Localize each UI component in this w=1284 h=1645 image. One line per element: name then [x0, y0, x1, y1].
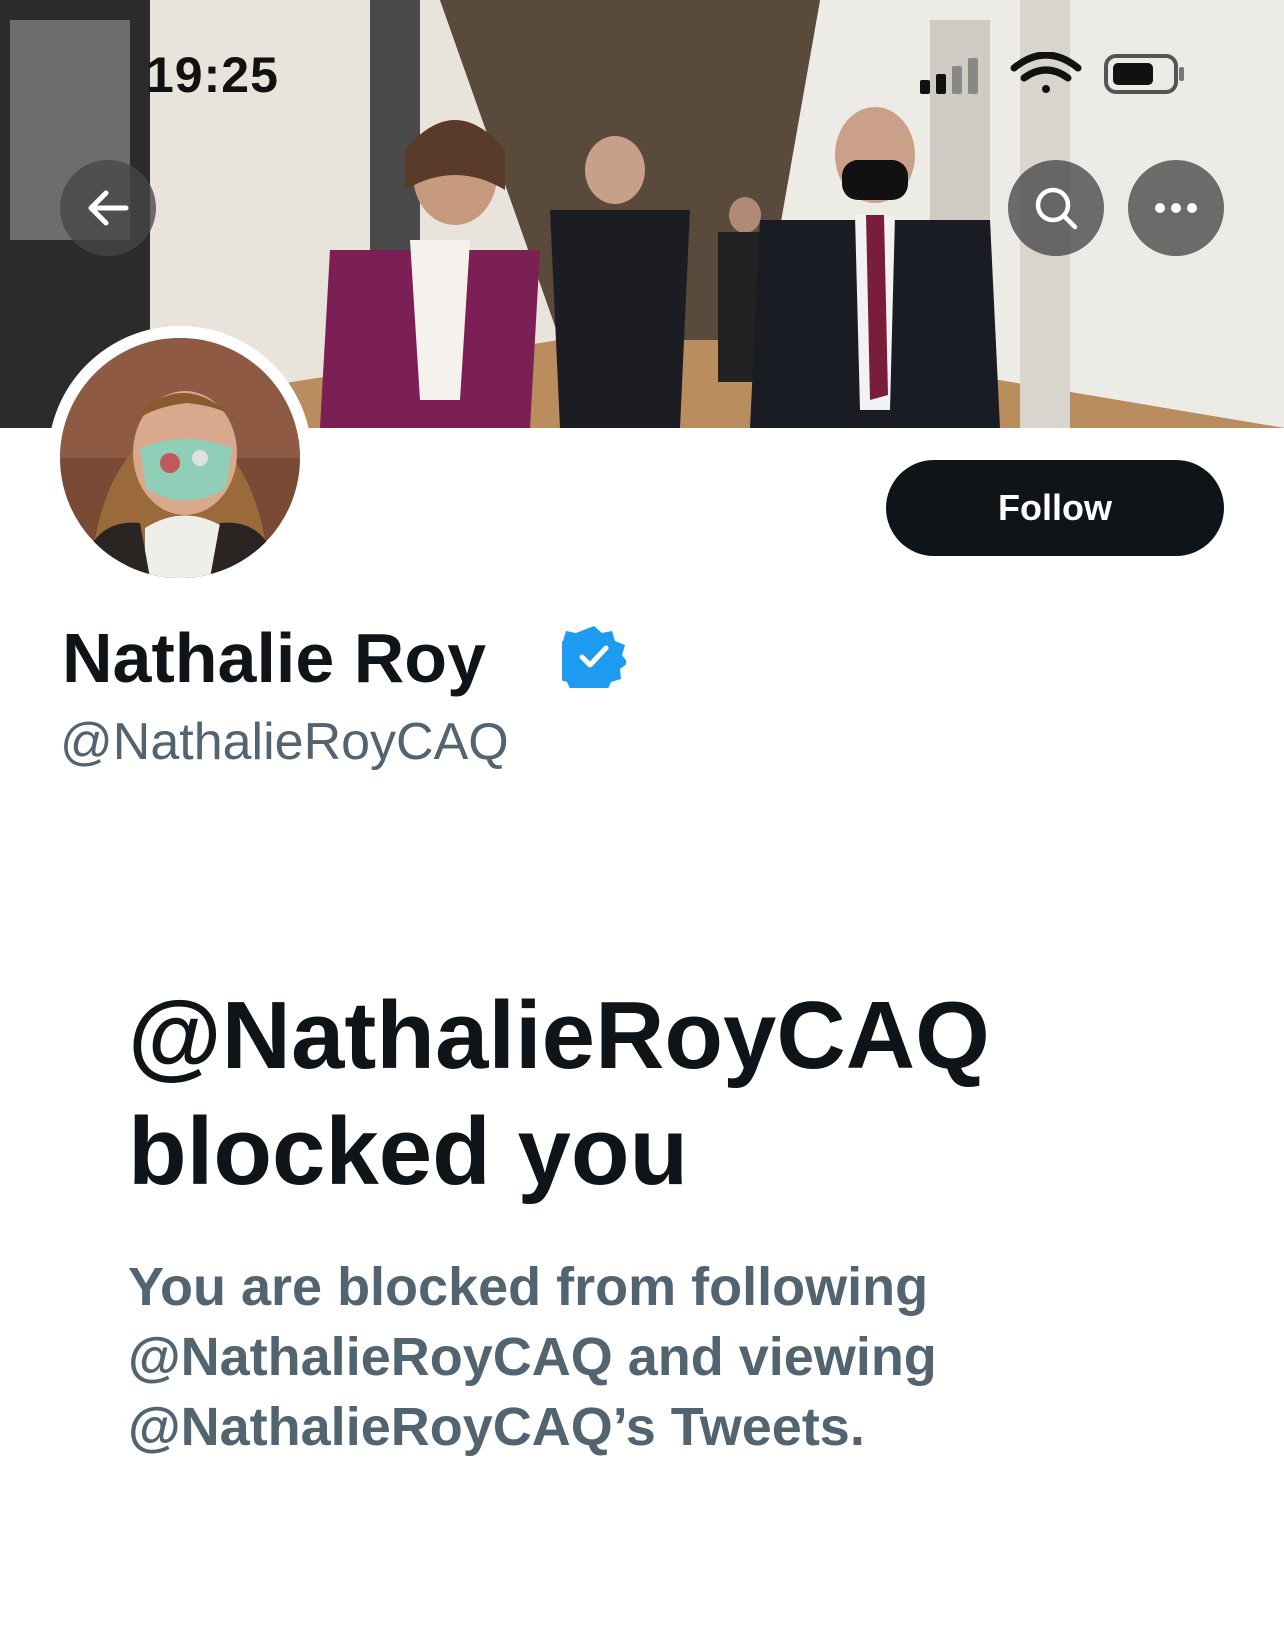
follow-button[interactable]: Follow — [886, 460, 1224, 556]
search-button[interactable] — [1008, 160, 1104, 256]
more-horizontal-icon — [1155, 203, 1197, 213]
search-icon — [1035, 187, 1078, 230]
avatar[interactable] — [48, 326, 312, 590]
profile-handle: @NathalieRoyCAQ — [60, 713, 509, 771]
back-button[interactable] — [60, 160, 156, 256]
wifi-icon — [1010, 51, 1082, 93]
profile-display-name: Nathalie Roy — [62, 619, 486, 697]
blocked-title: @NathalieRoyCAQ blocked you — [128, 982, 990, 1205]
status-time: 19:25 — [146, 47, 279, 103]
status-icons — [916, 51, 1186, 96]
blocked-description: You are blocked from following @Nathalie… — [128, 1257, 937, 1457]
more-options-button[interactable] — [1128, 160, 1224, 256]
cellular-signal-icon — [920, 58, 978, 94]
arrow-left-icon — [88, 190, 129, 226]
verified-badge-icon — [562, 626, 626, 688]
avatar-photo — [60, 338, 300, 578]
battery-icon — [1104, 54, 1184, 94]
